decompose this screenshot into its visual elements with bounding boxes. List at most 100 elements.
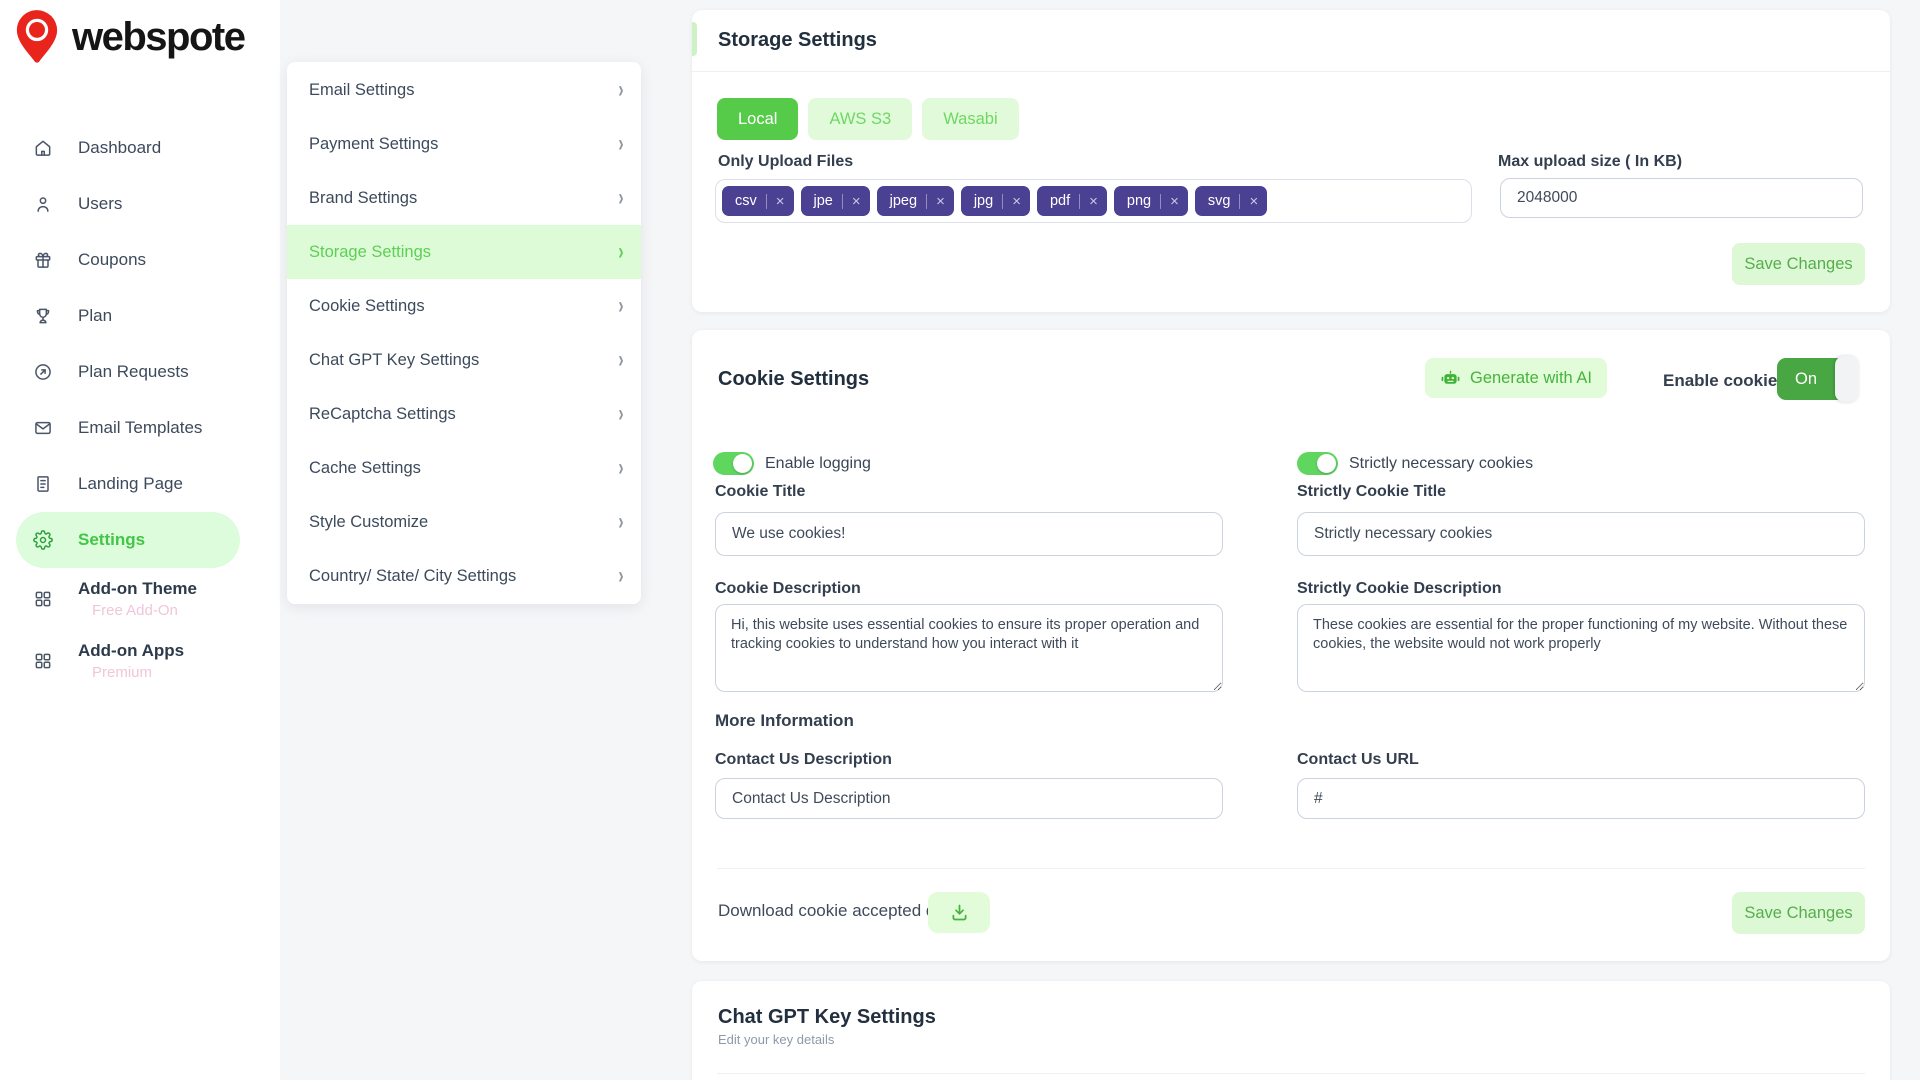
menu-item-label: Email Settings: [309, 81, 414, 100]
menu-item-cookie-settings[interactable]: Cookie Settings ›: [287, 279, 641, 333]
cookie-description-textarea[interactable]: Hi, this website uses essential cookies …: [715, 604, 1223, 692]
menu-item-payment-settings[interactable]: Payment Settings ›: [287, 117, 641, 171]
header-accent-bar: [692, 22, 697, 56]
strictly-cookie-title-input[interactable]: [1297, 512, 1865, 556]
grid-icon: [33, 651, 53, 671]
strictly-cookie-description-textarea[interactable]: These cookies are essential for the prop…: [1297, 604, 1865, 692]
menu-item-style-customize[interactable]: Style Customize ›: [287, 495, 641, 549]
tab-local[interactable]: Local: [717, 98, 798, 140]
menu-item-brand-settings[interactable]: Brand Settings ›: [287, 171, 641, 225]
sidebar-item-label: Email Templates: [78, 418, 202, 438]
menu-item-chatgpt-key-settings[interactable]: Chat GPT Key Settings ›: [287, 333, 641, 387]
strictly-cookies-row: Strictly necessary cookies: [1297, 452, 1533, 475]
storage-save-changes-button[interactable]: Save Changes: [1732, 243, 1865, 285]
menu-item-email-settings[interactable]: Email Settings ›: [287, 63, 641, 117]
menu-item-label: Style Customize: [309, 513, 428, 532]
max-upload-size-label: Max upload size ( In KB): [1498, 153, 1682, 171]
cookie-title-label: Cookie Title: [715, 483, 805, 501]
tab-aws-s3[interactable]: AWS S3: [808, 98, 912, 140]
menu-item-label: Payment Settings: [309, 135, 438, 154]
storage-tabs: Local AWS S3 Wasabi: [717, 98, 1019, 140]
sidebar-item-plan[interactable]: Plan: [0, 288, 280, 344]
cookie-title-input[interactable]: [715, 512, 1223, 556]
remove-tag-button[interactable]: ×: [776, 194, 785, 209]
brand-logo[interactable]: webspote: [14, 8, 244, 66]
remove-tag-button[interactable]: ×: [1089, 194, 1098, 209]
file-tag: jpe ×: [801, 186, 870, 216]
sidebar-item-label: Plan: [78, 306, 112, 326]
menu-item-cache-settings[interactable]: Cache Settings ›: [287, 441, 641, 495]
sidebar-item-label: Landing Page: [78, 474, 183, 494]
enable-cookie-label: Enable cookie: [1663, 371, 1777, 391]
gear-icon: [33, 530, 53, 550]
settings-menu: Email Settings › Payment Settings › Bran…: [287, 62, 641, 604]
enable-cookie-switch[interactable]: On: [1777, 358, 1859, 400]
generate-with-ai-button[interactable]: Generate with AI: [1425, 358, 1607, 398]
sidebar-item-coupons[interactable]: Coupons: [0, 232, 280, 288]
sidebar-item-addon-apps[interactable]: Add-on Apps Premium: [0, 630, 280, 692]
tag-separator: [1239, 194, 1240, 209]
sidebar-item-email-templates[interactable]: Email Templates: [0, 400, 280, 456]
sidebar-item-settings[interactable]: Settings: [16, 512, 240, 568]
sidebar-item-label: Dashboard: [78, 138, 161, 158]
sidebar-item-addon-theme[interactable]: Add-on Theme Free Add-On: [0, 568, 280, 630]
file-tag-label: jpe: [814, 193, 833, 209]
chevron-right-icon: ›: [618, 402, 623, 426]
map-pin-logo-icon: [14, 8, 60, 66]
chevron-right-icon: ›: [618, 132, 623, 156]
sidebar-item-users[interactable]: Users: [0, 176, 280, 232]
contact-us-url-input[interactable]: [1297, 778, 1865, 819]
sidebar-item-label: Settings: [78, 530, 145, 550]
sidebar-item-sublabel: Premium: [78, 664, 184, 681]
section-divider: [717, 868, 1865, 869]
menu-item-recaptcha-settings[interactable]: ReCaptcha Settings ›: [287, 387, 641, 441]
download-cookie-data-button[interactable]: [928, 892, 990, 933]
file-tag: jpg×: [961, 186, 1030, 216]
max-upload-size-input[interactable]: [1500, 178, 1863, 218]
switch-knob: [1835, 356, 1859, 402]
contact-us-description-input[interactable]: [715, 778, 1223, 819]
strictly-cookies-label: Strictly necessary cookies: [1349, 455, 1533, 473]
sidebar-item-landing-page[interactable]: Landing Page: [0, 456, 280, 512]
menu-item-storage-settings[interactable]: Storage Settings ›: [287, 225, 641, 279]
remove-tag-button[interactable]: ×: [936, 194, 945, 209]
chatgpt-card-title: Chat GPT Key Settings: [718, 1006, 936, 1029]
storage-card-title: Storage Settings: [718, 29, 877, 52]
file-tag-label: svg: [1208, 193, 1231, 209]
enable-logging-toggle[interactable]: [713, 452, 754, 475]
gift-icon: [33, 250, 53, 270]
sidebar-item-label: Users: [78, 194, 122, 214]
remove-tag-button[interactable]: ×: [852, 194, 861, 209]
tag-separator: [766, 194, 767, 209]
chevron-right-icon: ›: [618, 510, 623, 534]
user-icon: [33, 194, 53, 214]
tag-separator: [1160, 194, 1161, 209]
file-tag: png×: [1114, 186, 1188, 216]
chatgpt-key-settings-card: Chat GPT Key Settings Edit your key deta…: [692, 981, 1890, 1080]
menu-item-label: Brand Settings: [309, 189, 417, 208]
file-tag: jpeg×: [877, 186, 954, 216]
tag-separator: [926, 194, 927, 209]
sidebar: webspote Dashboard Users Coupons: [0, 0, 280, 1080]
sidebar-item-sublabel: Free Add-On: [78, 602, 197, 619]
sidebar-item-label: Add-on Apps: [78, 641, 184, 661]
strictly-cookie-title-label: Strictly Cookie Title: [1297, 483, 1446, 501]
remove-tag-button[interactable]: ×: [1170, 194, 1179, 209]
file-types-input[interactable]: csv× jpe× jpeg× jpg× pdf× png× svg×: [715, 179, 1472, 223]
arrow-up-right-circle-icon: [33, 362, 53, 382]
tag-separator: [1002, 194, 1003, 209]
chevron-right-icon: ›: [618, 564, 623, 588]
cookie-save-changes-button[interactable]: Save Changes: [1732, 892, 1865, 934]
file-tag: svg ×: [1195, 186, 1267, 216]
sidebar-item-plan-requests[interactable]: Plan Requests: [0, 344, 280, 400]
chevron-right-icon: ›: [618, 240, 623, 264]
remove-tag-button[interactable]: ×: [1249, 194, 1258, 209]
tab-wasabi[interactable]: Wasabi: [922, 98, 1018, 140]
sidebar-item-dashboard[interactable]: Dashboard: [0, 120, 280, 176]
trophy-icon: [33, 306, 53, 326]
file-tag: pdf×: [1037, 186, 1107, 216]
menu-item-country-state-city-settings[interactable]: Country/ State/ City Settings ›: [287, 549, 641, 603]
strictly-cookies-toggle[interactable]: [1297, 452, 1338, 475]
remove-tag-button[interactable]: ×: [1012, 194, 1021, 209]
chevron-right-icon: ›: [618, 456, 623, 480]
